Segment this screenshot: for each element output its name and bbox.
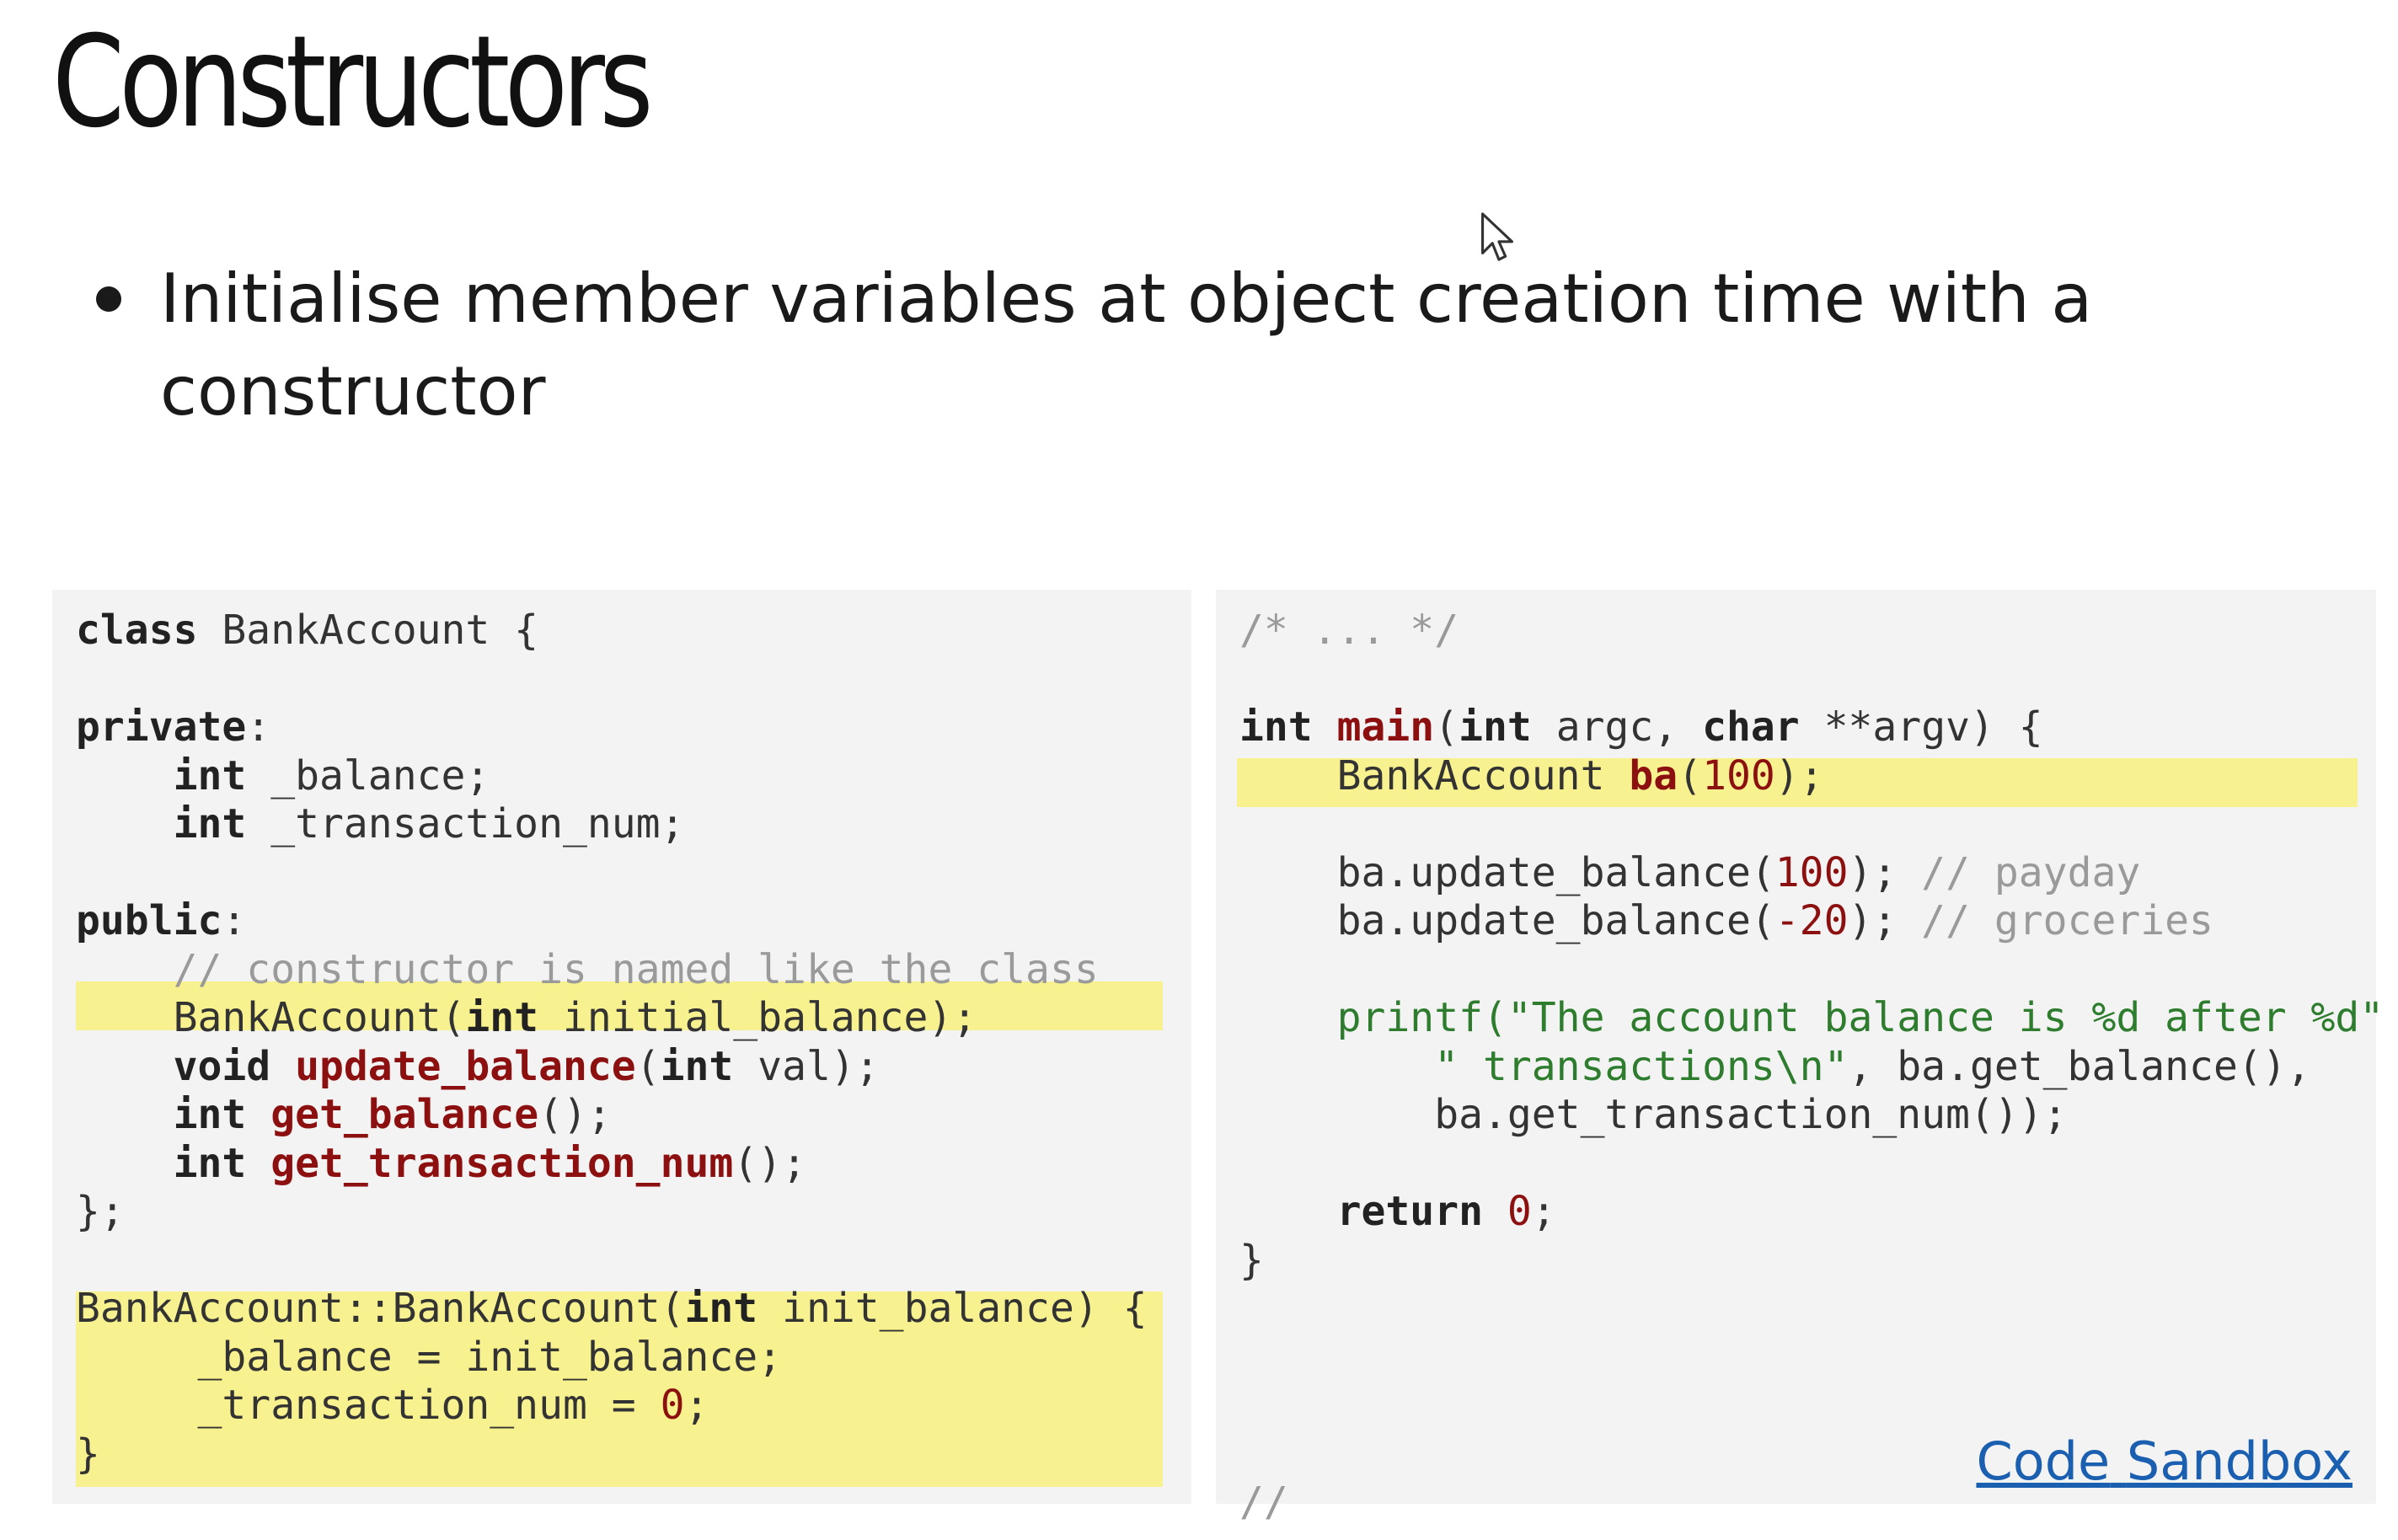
code-token: ;: [1531, 1188, 1556, 1235]
code-token: int: [660, 1042, 734, 1090]
code-token: void: [173, 1042, 271, 1090]
code-comment: //: [1239, 1479, 1288, 1526]
code-function-name: main: [1336, 703, 1435, 751]
code-token: );: [1774, 751, 1824, 799]
code-number: 100: [1774, 848, 1849, 896]
code-token: }: [76, 1430, 100, 1478]
code-token: int: [1239, 703, 1313, 751]
code-token: :: [222, 897, 247, 944]
code-number: 0: [1507, 1188, 1532, 1235]
code-function-name: ba: [1629, 751, 1678, 799]
code-token: int: [173, 1139, 247, 1187]
sandbox-link-text[interactable]: Sandbox: [2127, 1430, 2353, 1492]
bullet-list: Initialise member variables at object cr…: [93, 253, 2199, 438]
code-token: val);: [733, 1042, 880, 1090]
code-token: **argv) {: [1799, 703, 2043, 751]
code-token: _transaction_num =: [197, 1382, 661, 1429]
code-token: _balance;: [246, 751, 490, 799]
code-token: BankAccount(: [173, 994, 466, 1041]
code-token: _transaction_num;: [246, 800, 685, 848]
code-token: BankAccount: [1336, 751, 1630, 799]
code-token: (: [1678, 751, 1703, 799]
code-comment: // groceries: [1921, 897, 2213, 944]
code-comment: // payday: [1921, 848, 2141, 896]
code-token: init_balance) {: [757, 1285, 1148, 1332]
code-token: int: [173, 800, 247, 848]
code-sandbox-link[interactable]: Code Sandbox: [1976, 1430, 2353, 1492]
code-token: BankAccount {: [197, 607, 539, 654]
code-token: initial_balance);: [538, 994, 977, 1041]
code-number: 100: [1702, 751, 1775, 799]
code-panel-class-definition: class BankAccount { private: int _balanc…: [52, 590, 1191, 1504]
code-token: (: [1434, 703, 1459, 751]
code-token: int: [173, 751, 247, 799]
code-token: private: [76, 703, 247, 751]
code-token: argc,: [1531, 703, 1703, 751]
code-number: -20: [1774, 897, 1849, 944]
code-token: ba.get_transaction_num());: [1434, 1091, 2068, 1138]
code-token: );: [1848, 897, 1922, 944]
code-token: return: [1336, 1188, 1483, 1235]
code-token: int: [465, 994, 539, 1041]
bullet-dot: [96, 286, 121, 312]
code-number: 0: [660, 1382, 685, 1429]
code-token: (: [635, 1042, 661, 1090]
code-link-text[interactable]: Code: [1976, 1430, 2110, 1492]
code-token: ;: [684, 1382, 709, 1429]
bullet-item: Initialise member variables at object cr…: [93, 253, 2115, 438]
code-token: BankAccount::BankAccount(: [76, 1285, 685, 1332]
code-token: };: [76, 1188, 125, 1235]
code-function-name: get_transaction_num: [270, 1139, 734, 1187]
code-token: :: [246, 703, 271, 751]
code-token: printf: [1336, 994, 1483, 1041]
code-string: " transactions\n": [1434, 1042, 1849, 1090]
code-block-left: class BankAccount { private: int _balanc…: [76, 607, 1148, 1479]
code-token: class: [76, 607, 198, 654]
mouse-pointer-icon: [1481, 212, 1513, 261]
code-token: int: [684, 1285, 758, 1332]
code-token: );: [1848, 848, 1922, 896]
slide-title: Constructors: [52, 9, 654, 156]
code-token: , ba.get_balance(),: [1848, 1042, 2311, 1090]
code-token: _balance = init_balance;: [197, 1333, 783, 1381]
bullet-text: Initialise member variables at object cr…: [160, 259, 2093, 430]
code-string: ("The account balance is %d after %d": [1482, 994, 2385, 1041]
code-token: int: [173, 1091, 247, 1138]
code-token: ba.update_balance(: [1336, 897, 1775, 944]
code-panel-main-function: /* ... */ int main(int argc, char **argv…: [1216, 590, 2384, 1526]
code-comment: // constructor is named like the class: [173, 945, 1099, 993]
code-block-right: /* ... */ int main(int argc, char **argv…: [1239, 607, 2384, 1527]
code-function-name: update_balance: [295, 1042, 636, 1090]
code-token: public: [76, 897, 222, 944]
code-token: ();: [733, 1139, 806, 1187]
code-token: }: [1239, 1236, 1264, 1284]
code-function-name: get_balance: [270, 1091, 539, 1138]
code-token: ba.update_balance(: [1336, 848, 1775, 896]
code-token: ();: [538, 1091, 612, 1138]
code-token: int: [1459, 703, 1532, 751]
code-token: char: [1702, 703, 1800, 751]
code-comment: /* ... */: [1239, 607, 1459, 654]
